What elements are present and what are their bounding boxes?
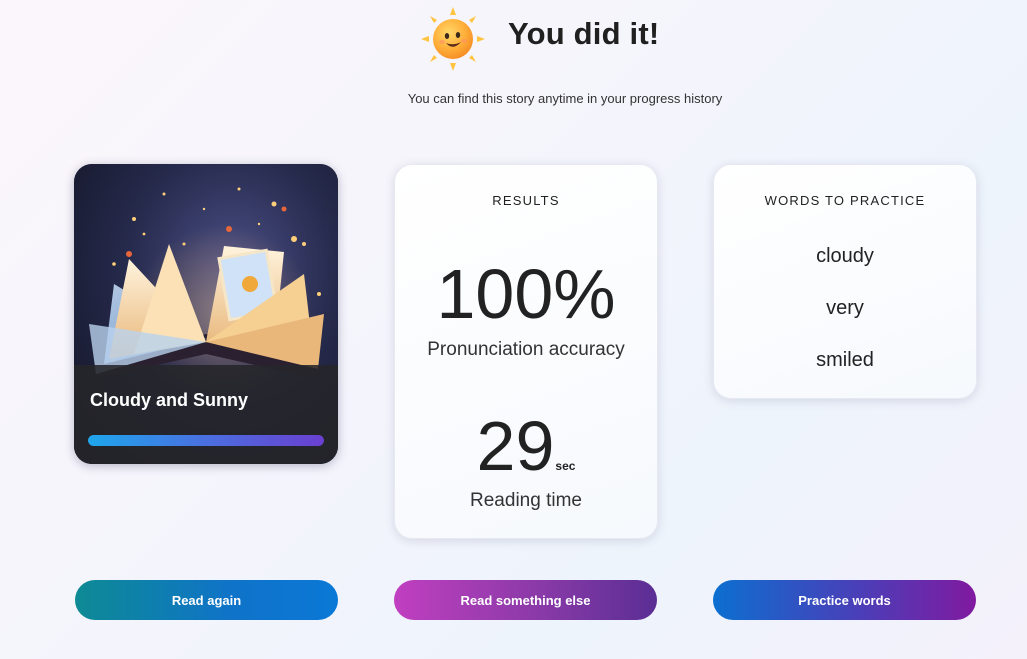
header: You did it! You can find this story anyt… [0,0,1027,120]
accuracy-value: 100% [436,255,616,333]
reading-time-unit: sec [555,459,576,473]
story-title: Cloudy and Sunny [90,390,249,410]
reading-time: 29sec [395,411,657,481]
page-title: You did it! [508,16,660,51]
words-to-practice-card: WORDS TO PRACTICE cloudy very smiled [713,164,977,399]
reading-time-value: 29 [476,407,555,485]
practice-word: cloudy [816,245,874,267]
story-progress-fill [88,435,324,446]
story-card[interactable]: Cloudy and Sunny [74,164,338,464]
reading-time-label: Reading time [470,490,582,511]
story-caption-panel [74,365,338,464]
results-heading: RESULTS [492,193,560,208]
practice-words-button[interactable]: Practice words [713,580,976,620]
accuracy-label: Pronunciation accuracy [427,339,625,360]
story-progress-bar [88,435,324,446]
words-heading: WORDS TO PRACTICE [764,193,926,208]
read-something-else-button[interactable]: Read something else [394,580,657,620]
practice-word: smiled [816,349,874,371]
results-card: RESULTS 100% Pronunciation accuracy 29se… [394,164,658,539]
practice-word: very [826,297,864,319]
smiling-sun-icon [421,7,485,71]
read-again-button[interactable]: Read again [75,580,338,620]
page-subtitle: You can find this story anytime in your … [407,91,723,106]
